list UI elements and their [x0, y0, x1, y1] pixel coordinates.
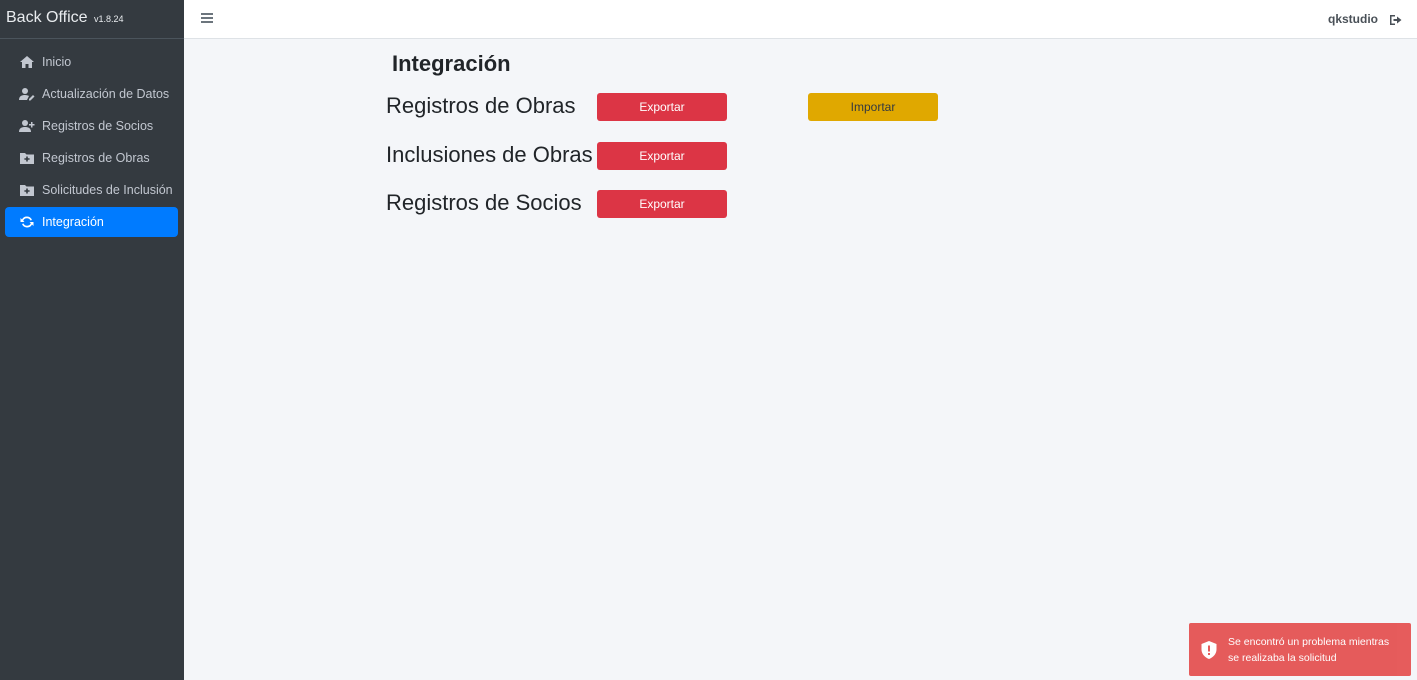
- sync-icon: [18, 215, 36, 229]
- main-content: Integración Registros de Obras Exportar …: [184, 39, 1417, 680]
- sidebar-item-inicio[interactable]: Inicio: [5, 47, 178, 77]
- folder-plus-icon: [18, 151, 36, 165]
- sidebar-item-registros-de-obras[interactable]: Registros de Obras: [5, 143, 178, 173]
- home-icon: [18, 55, 36, 69]
- sidebar-item-label: Registros de Obras: [42, 151, 150, 165]
- toast-message: Se encontró un problema mientras se real…: [1228, 635, 1390, 664]
- username[interactable]: qkstudio: [1328, 12, 1378, 26]
- sidebar-item-label: Inicio: [42, 55, 72, 69]
- row-label-inclusiones-de-obras: Inclusiones de Obras: [386, 142, 593, 167]
- brand[interactable]: Back Office v1.8.24: [0, 0, 184, 39]
- row-label-registros-de-socios: Registros de Socios: [386, 190, 582, 215]
- sidebar-item-actualizacion-de-datos[interactable]: Actualización de Datos: [5, 79, 178, 109]
- hamburger-icon[interactable]: [201, 13, 213, 23]
- topbar: qkstudio: [184, 0, 1417, 39]
- shield-alert-icon: [1200, 640, 1218, 660]
- sidebar-item-label: Integración: [42, 215, 104, 229]
- user-plus-icon: [18, 119, 36, 133]
- sidebar: Back Office v1.8.24 Inicio Actualización…: [0, 0, 184, 680]
- sidebar-item-label: Solicitudes de Inclusión: [42, 183, 173, 197]
- sidebar-item-registros-de-socios[interactable]: Registros de Socios: [5, 111, 178, 141]
- sidebar-nav: Inicio Actualización de Datos Registros …: [0, 39, 184, 237]
- export-registros-de-socios-button[interactable]: Exportar: [597, 190, 727, 218]
- sidebar-item-integracion[interactable]: Integración: [5, 207, 178, 237]
- folder-plus-icon: [18, 183, 36, 197]
- error-toast[interactable]: Se encontró un problema mientras se real…: [1189, 623, 1411, 676]
- row-label-registros-de-obras: Registros de Obras: [386, 93, 576, 118]
- brand-version: v1.8.24: [93, 14, 124, 24]
- export-registros-de-obras-button[interactable]: Exportar: [597, 93, 727, 121]
- page-title: Integración: [392, 51, 511, 76]
- sidebar-item-solicitudes-de-inclusion[interactable]: Solicitudes de Inclusión: [5, 175, 178, 205]
- user-edit-icon: [18, 87, 36, 101]
- sidebar-item-label: Registros de Socios: [42, 119, 154, 133]
- app: Back Office v1.8.24 Inicio Actualización…: [0, 0, 1417, 680]
- import-registros-de-obras-button[interactable]: Importar: [808, 93, 938, 121]
- sign-out-icon[interactable]: [1389, 13, 1403, 25]
- brand-title: Back Office: [6, 9, 88, 26]
- sidebar-item-label: Actualización de Datos: [42, 87, 170, 101]
- export-inclusiones-de-obras-button[interactable]: Exportar: [597, 142, 727, 170]
